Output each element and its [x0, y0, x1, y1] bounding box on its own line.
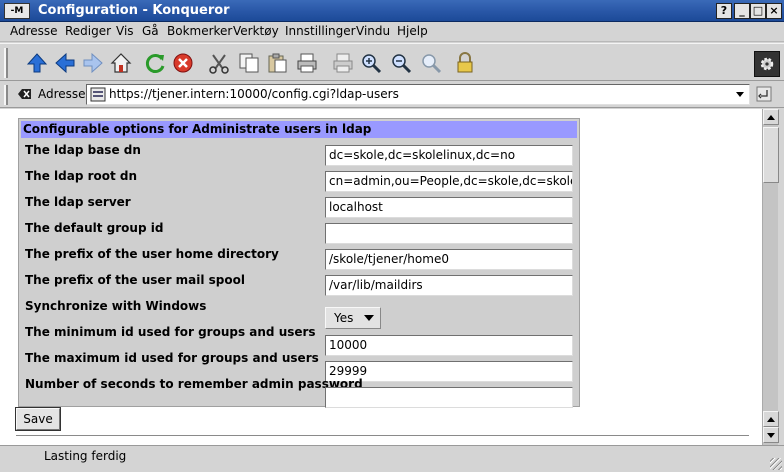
config-panel: Configurable options for Administrate us… [18, 118, 580, 408]
menu-ga[interactable]: Gå [142, 24, 159, 38]
menu-bokmerker[interactable]: Bokmerker [167, 24, 232, 38]
forward-arrow-icon[interactable] [80, 50, 106, 76]
location-input[interactable]: https://tjener.intern:10000/config.cgi?l… [86, 84, 750, 105]
ldap-base-dn-input[interactable]: dc=skole,dc=skolelinux,dc=no [325, 145, 573, 166]
menu-bar: Adresse Rediger Vis Gå Bokmerker Verktøy… [0, 22, 784, 42]
field-label: The maximum id used for groups and users [25, 351, 319, 365]
field-label: The ldap server [25, 195, 131, 209]
menu-adresse[interactable]: Adresse [10, 24, 58, 38]
panel-header: Configurable options for Administrate us… [21, 121, 577, 138]
help-button[interactable]: ? [716, 3, 732, 19]
scroll-up-button[interactable] [763, 109, 779, 125]
zoom-icon[interactable] [418, 50, 444, 76]
field-label: The prefix of the user home directory [25, 247, 279, 261]
form-row: The default group id [19, 221, 579, 247]
paste-icon[interactable] [264, 50, 290, 76]
close-button[interactable]: × [766, 3, 782, 19]
location-dropdown-arrow[interactable] [733, 87, 747, 102]
title-bar: -M Configuration - Konqueror ? _ □ × [0, 0, 784, 22]
scroll-up-button-lower[interactable] [763, 411, 779, 427]
form-row: The prefix of the user mail spool /var/l… [19, 273, 579, 299]
scroll-down-button[interactable] [763, 427, 779, 443]
field-label: The prefix of the user mail spool [25, 273, 246, 287]
select-value: Yes [334, 311, 354, 325]
reload-icon[interactable] [142, 50, 168, 76]
stop-icon[interactable] [170, 50, 196, 76]
mail-spool-prefix-input[interactable]: /var/lib/maildirs [325, 275, 573, 296]
home-icon[interactable] [108, 50, 134, 76]
field-label: The default group id [25, 221, 164, 235]
maximize-button[interactable]: □ [750, 3, 766, 19]
form-row: The ldap root dn cn=admin,ou=People,dc=s… [19, 169, 579, 195]
scroll-thumb[interactable] [763, 127, 779, 183]
window-menu-icon[interactable]: -M [4, 3, 30, 19]
gear-icon[interactable] [754, 51, 780, 77]
minimize-button[interactable]: _ [734, 3, 750, 19]
form-row: The maximum id used for groups and users… [19, 351, 579, 382]
field-label: The minimum id used for groups and users [25, 325, 316, 339]
print-icon[interactable] [294, 50, 320, 76]
divider [16, 435, 749, 437]
page-icon [90, 87, 106, 102]
save-button[interactable]: Save [16, 408, 60, 430]
main-toolbar [0, 43, 784, 81]
field-label: The ldap root dn [25, 169, 138, 183]
home-prefix-input[interactable]: /skole/tjener/home0 [325, 249, 573, 270]
menu-hjelp[interactable]: Hjelp [397, 24, 428, 38]
form-row: The prefix of the user home directory /s… [19, 247, 579, 273]
go-icon[interactable] [756, 86, 772, 102]
page-content: Configurable options for Administrate us… [0, 109, 762, 445]
ldap-root-dn-input[interactable]: cn=admin,ou=People,dc=skole,dc=skolelinu [325, 171, 573, 192]
toolbar-grip[interactable] [4, 48, 8, 78]
menu-verktoy[interactable]: Verktøy [233, 24, 279, 38]
back-arrow-icon[interactable] [52, 50, 78, 76]
zoom-out-icon[interactable] [388, 50, 414, 76]
lock-icon[interactable] [452, 50, 478, 76]
location-bar: Adresse https://tjener.intern:10000/conf… [0, 82, 784, 108]
menu-innstillinger[interactable]: Innstillinger [285, 24, 356, 38]
menu-vindu[interactable]: Vindu [356, 24, 390, 38]
vertical-scrollbar[interactable] [762, 109, 779, 445]
field-label: Number of seconds to remember admin pass… [25, 377, 363, 391]
print-frame-icon[interactable] [330, 50, 356, 76]
clear-location-icon[interactable] [18, 88, 32, 100]
ldap-server-input[interactable]: localhost [325, 197, 573, 218]
form-row: The ldap server localhost [19, 195, 579, 221]
form-row: Number of seconds to remember admin pass… [19, 377, 579, 408]
default-group-id-input[interactable] [325, 223, 573, 244]
form-row: Synchronize with Windows Yes [19, 299, 579, 329]
menu-vis[interactable]: Vis [116, 24, 134, 38]
location-grip[interactable] [4, 85, 8, 105]
status-text: Lasting ferdig [44, 449, 127, 463]
copy-icon[interactable] [236, 50, 262, 76]
zoom-in-icon[interactable] [358, 50, 384, 76]
chevron-down-icon [364, 315, 374, 321]
up-arrow-icon[interactable] [24, 50, 50, 76]
location-label: Adresse [38, 87, 86, 101]
menu-rediger[interactable]: Rediger [65, 24, 111, 38]
window-title: Configuration - Konqueror [38, 3, 230, 18]
cut-icon[interactable] [206, 50, 232, 76]
form-row: The ldap base dn dc=skole,dc=skolelinux,… [19, 143, 579, 169]
field-label: Synchronize with Windows [25, 299, 207, 313]
field-label: The ldap base dn [25, 143, 141, 157]
resize-grip[interactable] [770, 458, 782, 470]
status-bar: Lasting ferdig [0, 445, 784, 472]
remember-password-seconds-input[interactable] [325, 387, 573, 408]
location-url: https://tjener.intern:10000/config.cgi?l… [109, 87, 399, 101]
form-row: The minimum id used for groups and users… [19, 325, 579, 356]
